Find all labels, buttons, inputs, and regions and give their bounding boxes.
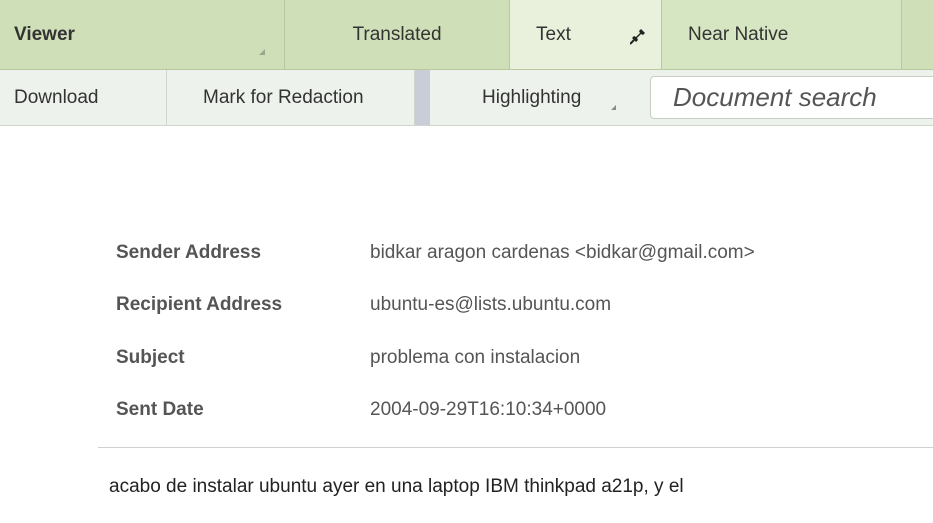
sent-date-value: 2004-09-29T16:10:34+0000	[370, 399, 607, 420]
mark-for-redaction-button[interactable]: Mark for Redaction	[167, 70, 415, 125]
tab-text[interactable]: Text	[510, 0, 662, 69]
tab-viewer[interactable]: Viewer	[0, 0, 285, 69]
recipient-value: ubuntu-es@lists.ubuntu.com	[370, 294, 612, 315]
resize-grip-icon[interactable]	[259, 49, 265, 55]
toolbar-divider	[415, 70, 430, 125]
download-button-label: Download	[14, 86, 99, 108]
tab-bar-filler	[902, 0, 933, 69]
highlighting-label: Highlighting	[482, 86, 582, 108]
subject-value: problema con instalacion	[370, 347, 581, 368]
highlighting-dropdown[interactable]: Highlighting	[430, 70, 640, 125]
tab-translated-label: Translated	[352, 23, 442, 45]
tab-near-native-label: Near Native	[688, 23, 789, 45]
header-separator	[98, 447, 933, 448]
tab-translated[interactable]: Translated	[285, 0, 510, 69]
tab-near-native[interactable]: Near Native	[662, 0, 902, 69]
dropdown-corner-icon	[611, 105, 616, 110]
document-search-input[interactable]: Document search	[650, 76, 933, 119]
download-button[interactable]: Download	[0, 70, 167, 125]
recipient-label: Recipient Address	[116, 294, 283, 315]
pin-icon[interactable]	[630, 23, 650, 45]
tab-bar: Viewer Translated Text Near Native	[0, 0, 933, 70]
document-search-placeholder: Document search	[673, 82, 877, 112]
sender-value: bidkar aragon cardenas <bidkar@gmail.com…	[370, 242, 755, 263]
email-body: acabo de instalar ubuntu ayer en una lap…	[109, 476, 684, 497]
sender-label: Sender Address	[116, 242, 262, 263]
tab-viewer-label: Viewer	[14, 23, 75, 45]
tab-text-label: Text	[536, 23, 571, 45]
toolbar: Download Mark for Redaction Highlighting…	[0, 70, 933, 126]
sent-date-label: Sent Date	[116, 399, 204, 420]
subject-label: Subject	[116, 347, 185, 368]
mark-for-redaction-label: Mark for Redaction	[203, 86, 364, 108]
